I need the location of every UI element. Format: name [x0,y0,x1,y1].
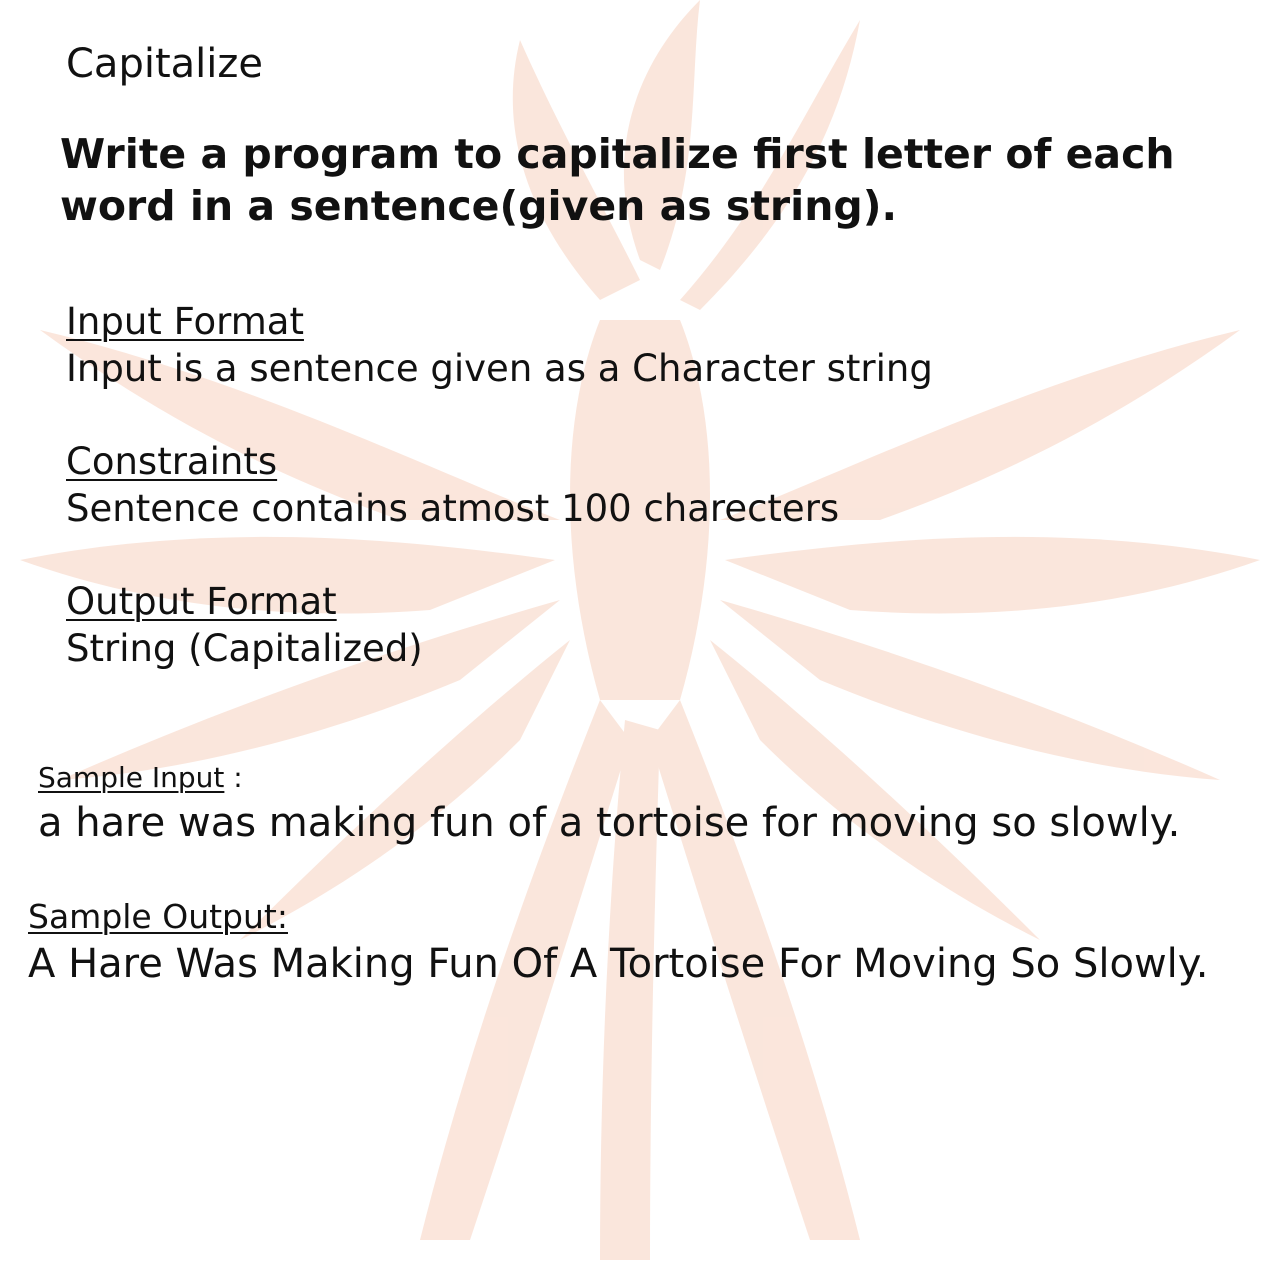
sample-input-heading: Sample Input : [38,760,243,796]
sample-input-separator: : [224,761,243,794]
constraints-text: Sentence contains atmost 100 charecters [66,487,840,530]
input-format-heading: Input Format [66,300,304,343]
constraints-heading: Constraints [66,440,278,483]
sample-output-heading: Sample Output: [28,897,288,936]
sample-input-text: a hare was making fun of a tortoise for … [38,800,1181,846]
sample-input-label: Sample Input [38,761,225,794]
sample-output-text: A Hare Was Making Fun Of A Tortoise For … [28,941,1209,987]
page-title: Capitalize [66,41,263,87]
output-format-text: String (Capitalized) [66,627,423,670]
input-format-text: Input is a sentence given as a Character… [66,347,933,390]
problem-statement: Write a program to capitalize first lett… [60,130,1175,230]
output-format-heading: Output Format [66,580,337,623]
